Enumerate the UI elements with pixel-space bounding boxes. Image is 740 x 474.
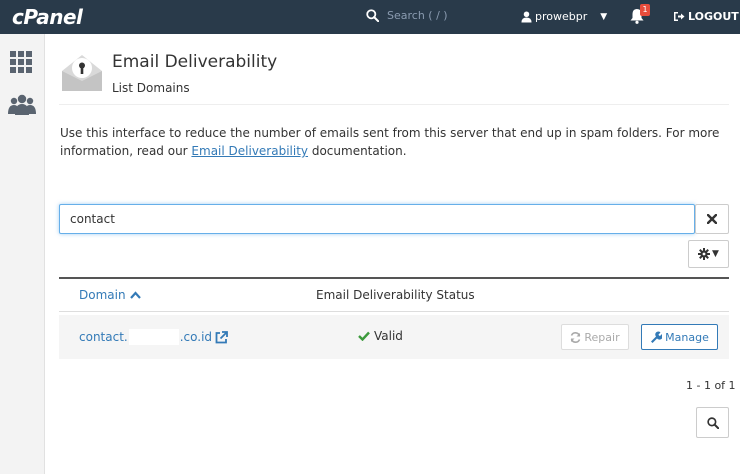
table-top-border (59, 277, 729, 279)
cpanel-logo[interactable]: cPanel (12, 5, 83, 29)
description-text-end: documentation. (308, 144, 407, 158)
domain-filter-input[interactable] (59, 204, 695, 234)
wrench-icon (651, 331, 663, 343)
check-icon (358, 331, 370, 341)
logout-button[interactable]: LOGOUT (673, 10, 739, 23)
column-header-domain[interactable]: Domain (79, 288, 141, 302)
search-placeholder[interactable]: Search ( / ) (387, 9, 448, 22)
page-title: Email Deliverability (112, 52, 278, 72)
top-navbar: cPanel Search ( / ) prowebpr ▼ 1 LOGOUT (0, 0, 740, 34)
pagination-summary: 1 - 1 of 1 (686, 379, 736, 392)
users-icon[interactable] (8, 94, 36, 119)
clear-filter-button[interactable] (695, 204, 729, 234)
documentation-link[interactable]: Email Deliverability (191, 144, 308, 158)
username: prowebpr (535, 10, 588, 23)
user-icon (521, 11, 532, 22)
deliverability-status: Valid (358, 329, 403, 343)
notification-badge: 1 (640, 4, 650, 16)
column-header-domain-label: Domain (79, 288, 126, 302)
logout-label: LOGOUT (688, 10, 739, 23)
search-icon (366, 9, 379, 22)
repair-label: Repair (584, 330, 620, 344)
domain-suffix: .co.id (179, 330, 213, 344)
global-search[interactable]: Search ( / ) (366, 9, 448, 22)
redacted-block (128, 329, 179, 345)
grid-icon[interactable] (10, 51, 32, 76)
sidebar (0, 34, 45, 474)
chevron-down-icon: ▼ (712, 249, 719, 259)
table-search-button[interactable] (696, 407, 729, 438)
gear-icon (698, 248, 711, 260)
manage-button[interactable]: Manage (641, 324, 718, 350)
domain-prefix: contact. (79, 330, 128, 344)
repair-button[interactable]: Repair (561, 324, 629, 350)
search-icon (706, 416, 719, 429)
table-settings-button[interactable]: ▼ (688, 240, 729, 268)
user-menu[interactable]: prowebpr ▼ (521, 10, 607, 23)
close-icon (707, 214, 717, 224)
notifications-button[interactable]: 1 (630, 4, 650, 27)
page-description: Use this interface to reduce the number … (60, 124, 730, 160)
manage-label: Manage (665, 330, 709, 344)
external-link-icon (215, 330, 228, 343)
sort-ascending-icon (129, 291, 141, 299)
email-deliverability-icon (60, 51, 104, 95)
header-divider (59, 104, 729, 105)
page-subtitle: List Domains (112, 81, 190, 95)
table-row: contact. .co.id Valid Repair Manage (59, 315, 729, 359)
domain-link[interactable]: contact. .co.id (79, 329, 228, 345)
table-header-divider (59, 311, 729, 312)
refresh-icon (571, 331, 581, 343)
chevron-down-icon: ▼ (600, 11, 608, 22)
logout-icon (674, 12, 685, 21)
column-header-status: Email Deliverability Status (316, 288, 475, 302)
status-text: Valid (374, 329, 403, 343)
